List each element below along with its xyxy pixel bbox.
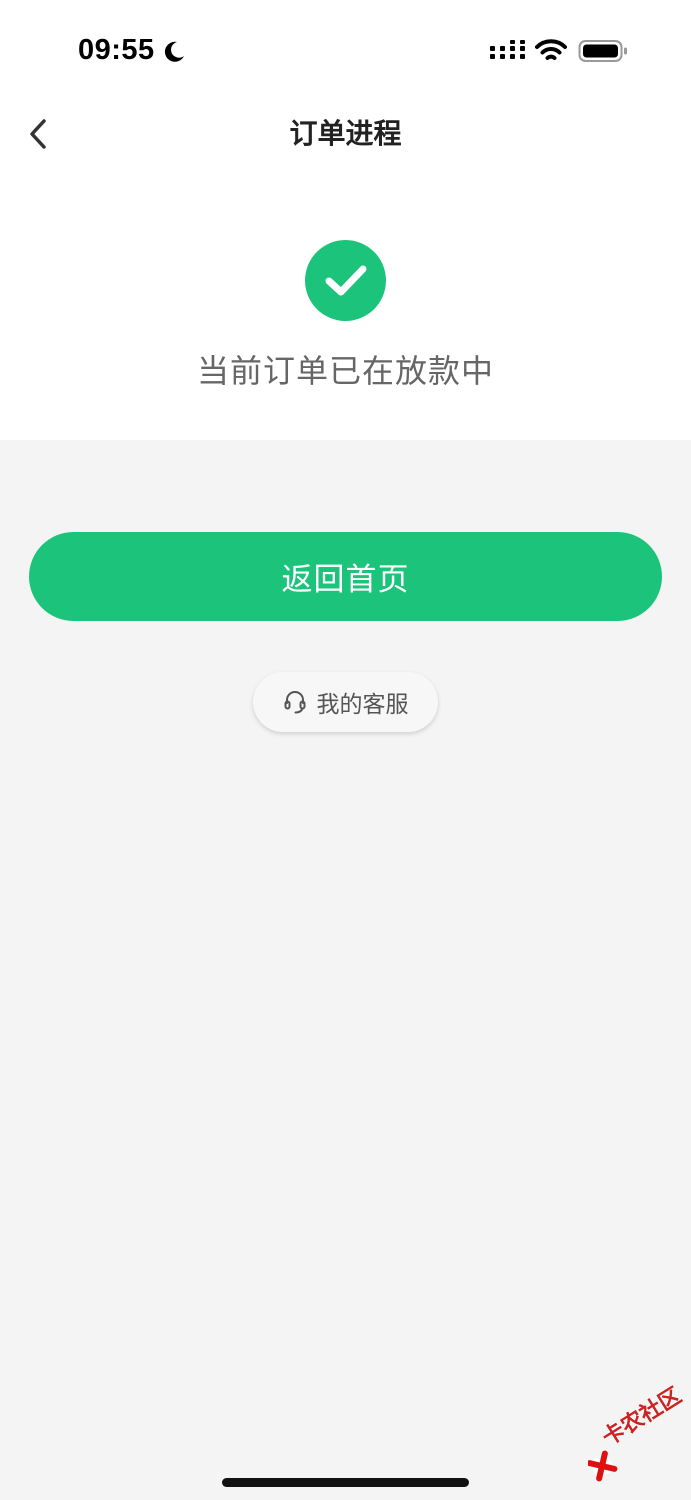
wifi-icon <box>535 39 567 60</box>
cellular-signal-icon <box>490 40 525 59</box>
order-status-message: 当前订单已在放款中 <box>196 352 494 390</box>
check-mark-icon <box>325 265 366 295</box>
headset-icon <box>284 691 305 714</box>
page-title: 订单进程 <box>289 117 402 150</box>
battery-icon <box>578 40 627 62</box>
check-circle-icon <box>305 240 386 321</box>
status-time: 09:55 <box>78 34 155 66</box>
home-indicator[interactable] <box>222 1478 469 1487</box>
return-home-button[interactable]: 返回首页 <box>29 532 662 621</box>
customer-service-label: 我的客服 <box>316 692 409 718</box>
moon-icon <box>164 41 184 62</box>
customer-service-button[interactable]: 我的客服 <box>253 672 438 732</box>
return-home-label: 返回首页 <box>281 562 410 598</box>
